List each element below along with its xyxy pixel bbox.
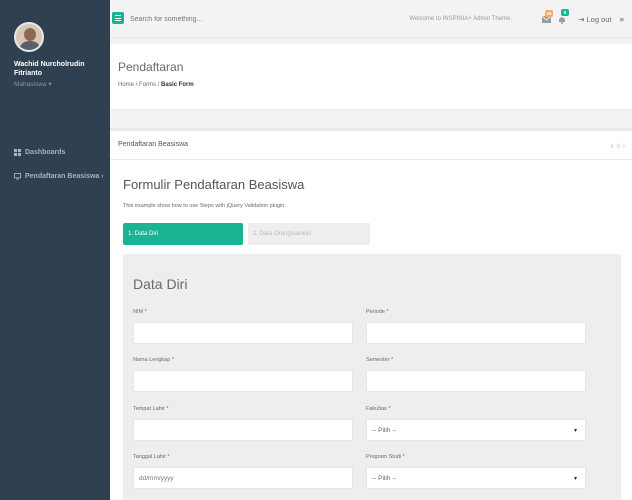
profile: Wachid Nurcholrudin Fitrianto Mahasiswa … bbox=[0, 0, 110, 118]
prodi-value: -- Pilih -- bbox=[372, 475, 397, 482]
form-content: Data Diri NIM * Periode * Nama Lengkap *… bbox=[123, 254, 621, 500]
sidebar-item-pendaftaran-beasiswa[interactable]: Pendaftaran Beasiswa ‹ bbox=[0, 164, 110, 188]
menu-toggle-button[interactable] bbox=[112, 12, 124, 24]
panel-tools: ∧⚲× bbox=[610, 143, 628, 150]
page-heading: Pendaftaran Home / Forms / Basic Form bbox=[110, 44, 632, 110]
tempat-label: Tempat Lahir * bbox=[133, 406, 169, 412]
periode-field[interactable] bbox=[366, 322, 586, 344]
messages-button[interactable]: 16 bbox=[540, 8, 554, 26]
topbar: Welcome to INSPINIA+ Admin Theme. 16 8 ⇥… bbox=[110, 8, 632, 38]
tanggal-label: Tanggal Lahir * bbox=[133, 454, 170, 460]
sidebar: Wachid Nurcholrudin Fitrianto Mahasiswa … bbox=[0, 0, 110, 500]
bell-icon bbox=[559, 17, 565, 24]
nim-field[interactable] bbox=[133, 322, 353, 344]
sign-out-icon: ⇥ bbox=[578, 15, 585, 24]
user-role-dropdown[interactable]: Mahasiswa ▾ bbox=[14, 80, 110, 88]
section-title: Data Diri bbox=[133, 276, 188, 292]
logout-label: Log out bbox=[586, 15, 612, 24]
alerts-button[interactable]: 8 bbox=[556, 8, 570, 26]
search-input[interactable] bbox=[130, 12, 330, 26]
user-name[interactable]: Wachid Nurcholrudin Fitrianto bbox=[14, 60, 110, 78]
prodi-label: Program Studi * bbox=[366, 454, 405, 460]
fakultas-select[interactable]: -- Pilih -- ▾ bbox=[366, 419, 586, 441]
chevron-down-icon: ▾ bbox=[573, 428, 577, 434]
fakultas-value: -- Pilih -- bbox=[372, 427, 397, 434]
form-description: This example show how to use Steps with … bbox=[123, 203, 286, 209]
tab-data-orangtua[interactable]: 2. Data Orangtua/wali bbox=[248, 223, 370, 245]
dashboard-icon bbox=[14, 148, 21, 156]
panel-title: Pendaftaran Beasiswa bbox=[110, 128, 632, 160]
semester-label: Semester * bbox=[366, 357, 394, 363]
sidebar-item-dashboards[interactable]: Dashboards bbox=[0, 140, 110, 164]
nim-label: NIM * bbox=[133, 309, 147, 315]
page-title: Pendaftaran bbox=[118, 60, 184, 74]
semester-field[interactable] bbox=[366, 370, 586, 392]
breadcrumb-home[interactable]: Home bbox=[118, 82, 134, 88]
tab-data-diri[interactable]: 1. Data Diri bbox=[123, 223, 243, 245]
prodi-select[interactable]: -- Pilih -- ▾ bbox=[366, 467, 586, 489]
welcome-text: Welcome to INSPINIA+ Admin Theme. bbox=[409, 16, 512, 22]
avatar[interactable] bbox=[14, 22, 44, 52]
sidebar-item-label: Dashboards bbox=[25, 148, 66, 156]
close-icon[interactable]: × bbox=[622, 144, 628, 150]
logout-button[interactable]: ⇥ Log out ≡ bbox=[578, 15, 624, 24]
monitor-icon bbox=[14, 172, 21, 180]
tempat-field[interactable] bbox=[133, 419, 353, 441]
chevron-down-icon: ▾ bbox=[573, 476, 577, 482]
form-panel: Pendaftaran Beasiswa ∧⚲× Formulir Pendaf… bbox=[110, 128, 632, 500]
tanggal-field[interactable] bbox=[133, 467, 353, 489]
form-title: Formulir Pendaftaran Beasiswa bbox=[123, 177, 305, 192]
alerts-badge: 8 bbox=[561, 9, 569, 16]
nama-label: Nama Lengkap * bbox=[133, 357, 174, 363]
breadcrumb-forms[interactable]: Forms bbox=[139, 82, 156, 88]
breadcrumb: Home / Forms / Basic Form bbox=[118, 82, 194, 88]
nama-field[interactable] bbox=[133, 370, 353, 392]
envelope-icon bbox=[542, 16, 551, 23]
periode-label: Periode * bbox=[366, 309, 389, 315]
tasks-icon[interactable]: ≡ bbox=[620, 15, 624, 24]
fakultas-label: Fakultas * bbox=[366, 406, 391, 412]
messages-badge: 16 bbox=[545, 10, 553, 17]
sidebar-item-label: Pendaftaran Beasiswa ‹ bbox=[25, 172, 104, 180]
breadcrumb-current: Basic Form bbox=[161, 82, 194, 88]
